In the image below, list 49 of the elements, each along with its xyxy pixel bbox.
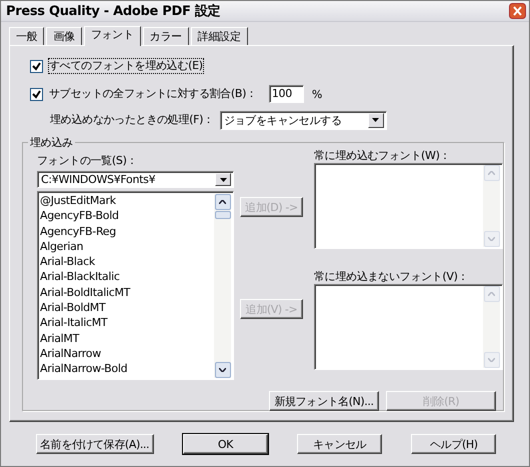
dropdown[interactable]: ジョブをキャンセルする xyxy=(220,110,387,130)
dialog-button[interactable]: 名前を付けて保存(A)... xyxy=(36,434,154,454)
scrollbar[interactable] xyxy=(214,194,231,378)
percent-field[interactable]: 100 xyxy=(268,85,304,103)
checkbox[interactable] xyxy=(30,88,43,100)
scroll-up-icon xyxy=(488,171,495,175)
new-font-button[interactable]: 新規フォント名(N)... xyxy=(269,391,379,411)
scroll-down-icon xyxy=(488,237,495,241)
field-label: 常に埋め込まないフォント(V)： xyxy=(314,269,470,282)
tab[interactable]: フォント xyxy=(84,26,141,46)
list-item[interactable]: Algerian xyxy=(40,238,214,254)
list-item[interactable]: ArialNarrow-Bold xyxy=(40,361,214,377)
list-item[interactable]: ArialMT xyxy=(40,330,214,346)
list-item[interactable]: ArialNarrow xyxy=(40,346,214,362)
dialog-button[interactable]: OK xyxy=(182,434,268,454)
list-item[interactable]: AgencyFB-Reg xyxy=(40,224,214,239)
tab[interactable]: 画像 xyxy=(46,27,82,45)
dropdown-arrow-icon xyxy=(372,118,380,122)
folder-dropdown[interactable]: C:¥WINDOWS¥Fonts¥ xyxy=(37,171,234,188)
checkbox-label[interactable]: すべてのフォントを埋め込む(E) xyxy=(49,59,203,73)
check-icon xyxy=(32,62,41,70)
scroll-thumb[interactable] xyxy=(214,211,230,219)
unit-label: % xyxy=(312,88,322,100)
field-label: フォントの一覧(S)： xyxy=(37,153,138,169)
group-title: 埋め込み xyxy=(28,135,75,150)
scroll-down-icon xyxy=(219,368,226,372)
list-item[interactable]: Arial-BlackItalic xyxy=(40,269,214,285)
checkbox[interactable] xyxy=(30,60,43,72)
list-item[interactable]: Arial-BoldMT xyxy=(40,300,214,316)
check-icon xyxy=(32,90,41,98)
field-label: 常に埋め込むフォント(W)： xyxy=(314,148,452,161)
scroll-up-icon xyxy=(219,200,226,204)
list-item[interactable]: Arial-Black xyxy=(40,254,214,270)
scroll-up-icon xyxy=(488,292,495,296)
tab[interactable]: カラー xyxy=(142,27,189,45)
dialog-button[interactable]: ヘルプ(H) xyxy=(411,434,496,454)
scroll-down-icon xyxy=(488,358,495,362)
checkbox-label[interactable]: サブセットの全フォントに対する割合(B)： xyxy=(49,87,257,101)
close-icon[interactable] xyxy=(509,3,526,19)
tab[interactable]: 詳細設定 xyxy=(190,27,248,45)
list-item[interactable]: Arial-ItalicMT xyxy=(40,315,214,331)
field-label: 埋め込めなかったときの処理(F)： xyxy=(50,113,214,127)
list-item[interactable]: AgencyFB-Bold xyxy=(40,208,214,224)
window-title: Press Quality - Adobe PDF 設定 xyxy=(6,2,220,20)
dialog-button[interactable]: キャンセル xyxy=(297,434,382,454)
dropdown-arrow-icon xyxy=(220,178,226,182)
list-item[interactable]: Arial-BoldItalicMT xyxy=(40,284,214,300)
list-item[interactable]: @JustEditMark xyxy=(40,193,214,208)
tab[interactable]: 一般 xyxy=(9,27,44,45)
